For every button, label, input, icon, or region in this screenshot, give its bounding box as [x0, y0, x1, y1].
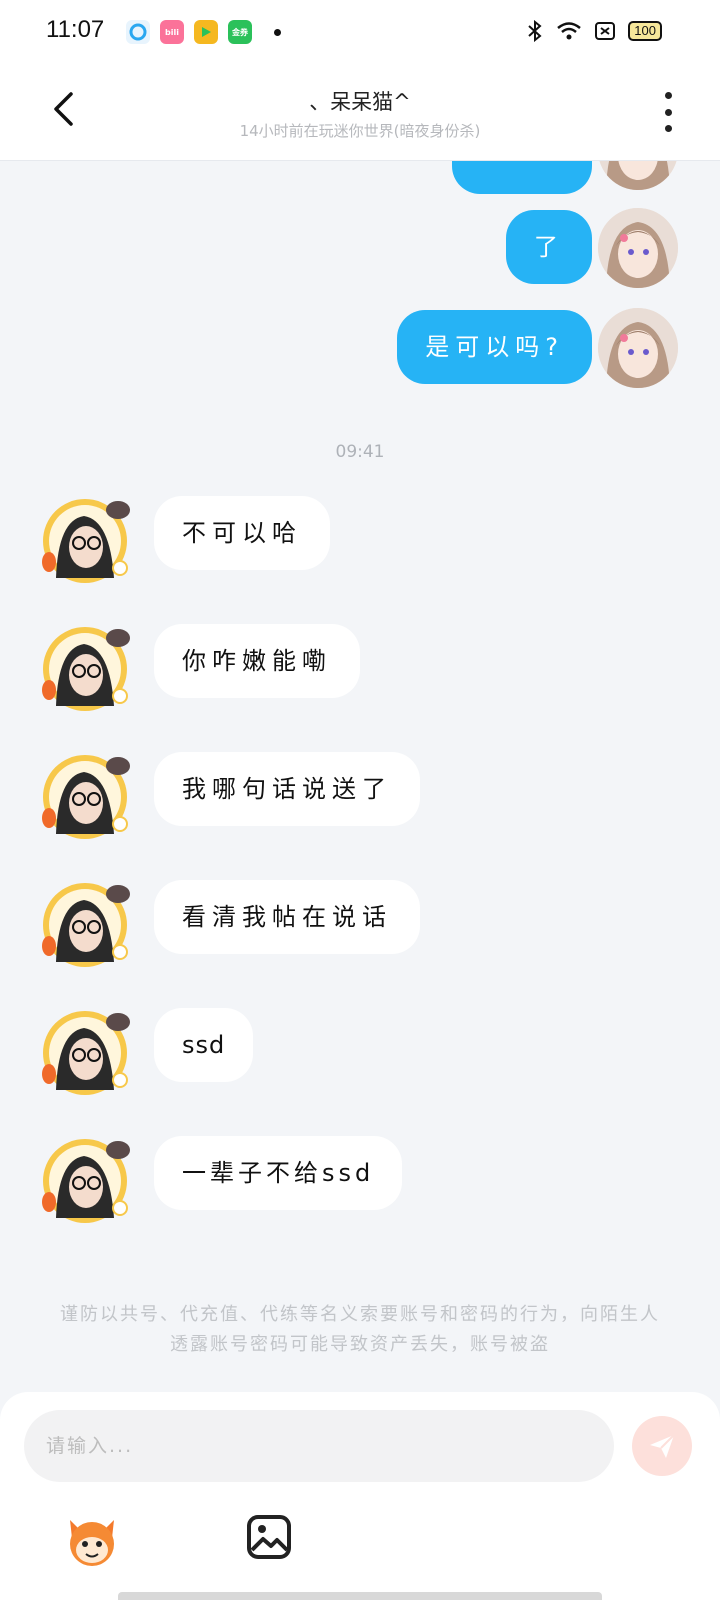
self-avatar[interactable] [598, 208, 678, 288]
contact-avatar[interactable] [38, 876, 132, 970]
green-app-label: 金券 [232, 27, 248, 37]
contact-avatar[interactable] [38, 620, 132, 714]
message-input[interactable] [24, 1410, 614, 1482]
message-bubble-outgoing[interactable]: 是可以吗? [397, 310, 592, 384]
message-bubble-outgoing[interactable]: 了 [506, 210, 592, 284]
message-bubble-outgoing[interactable] [452, 160, 592, 194]
self-avatar[interactable] [598, 160, 678, 190]
message-bubble-incoming[interactable]: 看清我帖在说话 [154, 880, 420, 954]
contact-avatar[interactable] [38, 748, 132, 842]
composer [0, 1392, 720, 1600]
more-dot [664, 125, 672, 132]
status-bar: 11:07 bili 金券 100 [0, 0, 720, 64]
security-notice: 谨防以共号、代充值、代练等名义索要账号和密码的行为，向陌生人透露账号密码可能导致… [60, 1304, 660, 1355]
sim-off-icon [595, 22, 616, 40]
message-timestamp: 09:41 [335, 442, 385, 462]
contact-avatar[interactable] [38, 1132, 132, 1226]
send-button[interactable] [632, 1416, 692, 1476]
message-bubble-incoming[interactable]: ssd [154, 1008, 254, 1082]
message-bubble-incoming[interactable]: 你咋嫩能嘞 [154, 624, 360, 698]
mascot-sticker-button[interactable] [62, 1512, 122, 1568]
notification-dot [274, 28, 281, 36]
browser-app-icon [126, 20, 150, 44]
battery-indicator: 100 [628, 21, 662, 41]
message-bubble-incoming[interactable]: 我哪句话说送了 [154, 752, 420, 826]
more-dot [664, 92, 672, 99]
bilibili-app-icon: bili [160, 20, 184, 44]
chat-title: 、呆呆猫^ [309, 90, 411, 114]
more-dot [664, 108, 672, 116]
image-picker-button[interactable] [246, 1514, 292, 1560]
status-app-icons: bili 金券 [126, 20, 281, 44]
self-avatar[interactable] [598, 308, 678, 388]
wifi-icon [557, 22, 582, 40]
send-icon [650, 1434, 675, 1458]
gesture-bar [118, 1592, 602, 1600]
image-icon [247, 1515, 291, 1559]
contact-avatar[interactable] [38, 1004, 132, 1098]
bilibili-app-label: bili [165, 27, 179, 37]
bluetooth-icon [528, 20, 542, 42]
green-app-icon: 金券 [228, 20, 252, 44]
contact-avatar[interactable] [38, 492, 132, 586]
message-list[interactable]: 了 是可以吗? 09:41 不可以哈 你咋嫩能嘞 我哪句话说送了 看清我帖在说话… [0, 160, 720, 1390]
game-app-icon [194, 20, 218, 44]
mascot-icon [70, 1520, 114, 1566]
message-bubble-incoming[interactable]: 一辈子不给ssd [154, 1136, 403, 1210]
chat-subtitle: 14小时前在玩迷你世界(暗夜身份杀) [239, 122, 481, 140]
message-bubble-incoming[interactable]: 不可以哈 [154, 496, 330, 570]
chat-header: 、呆呆猫^ 14小时前在玩迷你世界(暗夜身份杀) [0, 64, 720, 160]
status-time: 11:07 [46, 16, 105, 43]
status-right: 100 [526, 20, 662, 42]
more-options-button[interactable] [658, 92, 678, 132]
